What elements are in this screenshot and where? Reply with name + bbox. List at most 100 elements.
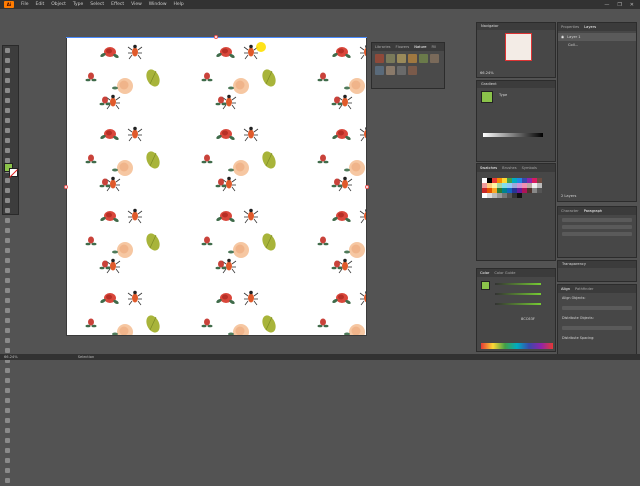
align-objects-buttons[interactable] bbox=[562, 306, 632, 310]
tool-icon[interactable] bbox=[4, 157, 10, 163]
tool-icon[interactable] bbox=[4, 467, 10, 473]
selection-handle-left[interactable] bbox=[64, 185, 68, 189]
minimize-icon[interactable]: — bbox=[604, 2, 609, 8]
tab-color[interactable]: Color bbox=[480, 271, 489, 275]
pattern-thumb[interactable] bbox=[397, 54, 406, 63]
menu-effect[interactable]: Effect bbox=[111, 2, 124, 7]
tool-icon[interactable] bbox=[4, 77, 10, 83]
eye-icon[interactable]: ◉ bbox=[561, 35, 564, 39]
tool-icon[interactable] bbox=[4, 267, 10, 273]
tool-icon[interactable] bbox=[4, 337, 10, 343]
tab-layers[interactable]: Layers bbox=[584, 25, 596, 29]
tool-icon[interactable] bbox=[4, 177, 10, 183]
layer-row[interactable]: ◉ Layer 1 bbox=[558, 33, 636, 41]
tool-icon[interactable] bbox=[4, 437, 10, 443]
tool-icon[interactable] bbox=[4, 287, 10, 293]
swatch-grid[interactable] bbox=[482, 178, 542, 198]
tab-brushes[interactable]: Brushes bbox=[502, 166, 516, 170]
paragraph-space-row[interactable] bbox=[562, 232, 632, 236]
menu-object[interactable]: Object bbox=[51, 2, 66, 7]
color-slider-g[interactable] bbox=[495, 293, 541, 295]
tab-fill[interactable]: Fill bbox=[431, 45, 436, 49]
pattern-thumb[interactable] bbox=[386, 66, 395, 75]
tab-swatches[interactable]: Swatches bbox=[480, 166, 497, 170]
stroke-color-swatch[interactable] bbox=[9, 168, 18, 177]
maximize-icon[interactable]: ❐ bbox=[617, 2, 621, 8]
menu-file[interactable]: File bbox=[21, 2, 29, 7]
selection-handle-top[interactable] bbox=[214, 35, 218, 39]
paragraph-align-row[interactable] bbox=[562, 218, 632, 222]
tab-color-guide[interactable]: Color Guide bbox=[494, 271, 515, 275]
menu-select[interactable]: Select bbox=[90, 2, 104, 7]
tool-icon[interactable] bbox=[4, 107, 10, 113]
pattern-thumb[interactable] bbox=[408, 54, 417, 63]
pattern-thumb[interactable] bbox=[408, 66, 417, 75]
tool-icon[interactable] bbox=[4, 97, 10, 103]
tab-paragraph[interactable]: Paragraph bbox=[584, 209, 602, 213]
tool-icon[interactable] bbox=[4, 237, 10, 243]
gradient-slider[interactable] bbox=[483, 133, 543, 137]
tool-icon[interactable] bbox=[4, 457, 10, 463]
tab-flowers[interactable]: Flowers bbox=[396, 45, 410, 49]
tab-character[interactable]: Character bbox=[561, 209, 579, 213]
status-zoom[interactable]: 66.24% bbox=[4, 354, 18, 360]
color-slider-b[interactable] bbox=[495, 303, 541, 305]
tool-icon[interactable] bbox=[4, 117, 10, 123]
color-slider-r[interactable] bbox=[495, 283, 541, 285]
tool-icon[interactable] bbox=[4, 217, 10, 223]
tool-icon[interactable] bbox=[4, 127, 10, 133]
paragraph-indent-row[interactable] bbox=[562, 225, 632, 229]
tab-properties[interactable]: Properties bbox=[561, 25, 579, 29]
tool-icon[interactable] bbox=[4, 227, 10, 233]
tool-icon[interactable] bbox=[4, 427, 10, 433]
tool-icon[interactable] bbox=[4, 447, 10, 453]
tab-align[interactable]: Align bbox=[561, 287, 570, 291]
tool-icon[interactable] bbox=[4, 297, 10, 303]
tool-icon[interactable] bbox=[4, 277, 10, 283]
tool-icon[interactable] bbox=[4, 47, 10, 53]
close-icon[interactable]: ✕ bbox=[630, 2, 634, 8]
color-hex-value[interactable]: 8CC63F bbox=[521, 317, 535, 321]
tool-icon[interactable] bbox=[4, 377, 10, 383]
tool-icon[interactable] bbox=[4, 307, 10, 313]
tool-icon[interactable] bbox=[4, 367, 10, 373]
tool-icon[interactable] bbox=[4, 187, 10, 193]
tool-icon[interactable] bbox=[4, 67, 10, 73]
tab-libraries[interactable]: Libraries bbox=[375, 45, 391, 49]
menu-edit[interactable]: Edit bbox=[36, 2, 45, 7]
tab-symbols[interactable]: Symbols bbox=[522, 166, 537, 170]
menu-type[interactable]: Type bbox=[73, 2, 83, 7]
tool-icon[interactable] bbox=[4, 397, 10, 403]
color-spectrum[interactable] bbox=[481, 343, 553, 349]
tool-icon[interactable] bbox=[4, 57, 10, 63]
tool-icon[interactable] bbox=[4, 87, 10, 93]
pattern-thumb[interactable] bbox=[397, 66, 406, 75]
menu-help[interactable]: Help bbox=[174, 2, 184, 7]
selection-handle-right[interactable] bbox=[365, 185, 369, 189]
menu-window[interactable]: Window bbox=[149, 2, 167, 7]
distribute-objects-buttons[interactable] bbox=[562, 326, 632, 330]
tab-pathfinder[interactable]: Pathfinder bbox=[575, 287, 593, 291]
pattern-thumb[interactable] bbox=[430, 54, 439, 63]
pattern-thumb[interactable] bbox=[386, 54, 395, 63]
tool-icon[interactable] bbox=[4, 197, 10, 203]
color-fill-swatch[interactable] bbox=[481, 281, 490, 290]
navigator-zoom[interactable]: 66.24% bbox=[480, 71, 494, 75]
tool-icon[interactable] bbox=[4, 257, 10, 263]
navigator-preview[interactable] bbox=[505, 33, 532, 61]
tool-icon[interactable] bbox=[4, 247, 10, 253]
tool-icon[interactable] bbox=[4, 477, 10, 483]
tool-icon[interactable] bbox=[4, 417, 10, 423]
tool-icon[interactable] bbox=[4, 207, 10, 213]
layer-row[interactable]: Coll... bbox=[558, 41, 636, 49]
tool-icon[interactable] bbox=[4, 327, 10, 333]
swatch[interactable] bbox=[517, 193, 522, 198]
tool-icon[interactable] bbox=[4, 347, 10, 353]
pattern-thumb[interactable] bbox=[419, 54, 428, 63]
tab-nature[interactable]: Nature bbox=[414, 45, 426, 49]
tool-icon[interactable] bbox=[4, 137, 10, 143]
tool-icon[interactable] bbox=[4, 317, 10, 323]
tool-icon[interactable] bbox=[4, 147, 10, 153]
tool-icon[interactable] bbox=[4, 407, 10, 413]
tool-icon[interactable] bbox=[4, 387, 10, 393]
